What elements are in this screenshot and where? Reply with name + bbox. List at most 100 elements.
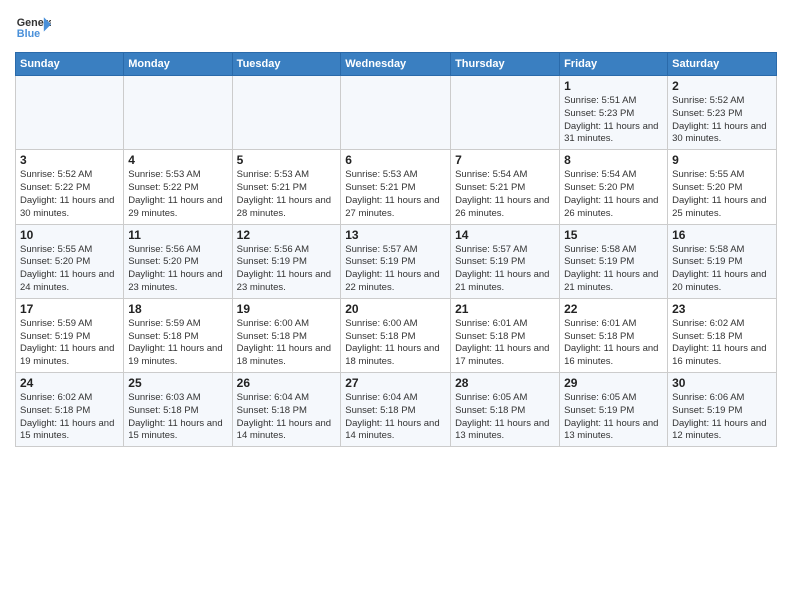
day-info: Sunrise: 6:04 AMSunset: 5:18 PMDaylight:… bbox=[345, 392, 446, 443]
day-header-monday: Monday bbox=[124, 53, 232, 76]
svg-text:Blue: Blue bbox=[17, 28, 40, 40]
day-number: 12 bbox=[237, 228, 337, 242]
calendar-cell: 27Sunrise: 6:04 AMSunset: 5:18 PMDayligh… bbox=[341, 373, 451, 447]
logo: General Blue bbox=[15, 10, 51, 46]
day-number: 28 bbox=[455, 376, 555, 390]
calendar-cell: 18Sunrise: 5:59 AMSunset: 5:18 PMDayligh… bbox=[124, 298, 232, 372]
calendar-cell: 25 Sunrise: 6:03 AMSunset: 5:18 PMDayligh… bbox=[124, 373, 232, 447]
calendar-cell: 11 Sunrise: 5:56 AMSunset: 5:20 PMDayligh… bbox=[124, 224, 232, 298]
calendar-cell: 7 Sunrise: 5:54 AMSunset: 5:21 PMDaylight… bbox=[451, 150, 560, 224]
day-number: 7 bbox=[455, 153, 555, 167]
calendar-cell: 5 Sunrise: 5:53 AMSunset: 5:21 PMDaylight… bbox=[232, 150, 341, 224]
calendar-cell bbox=[232, 76, 341, 150]
day-number: 30 bbox=[672, 376, 772, 390]
day-info: Sunrise: 5:59 AMSunset: 5:19 PMDaylight:… bbox=[20, 318, 119, 369]
calendar-cell: 30 Sunrise: 6:06 AMSunset: 5:19 PMDayligh… bbox=[668, 373, 777, 447]
calendar-cell: 29 Sunrise: 6:05 AMSunset: 5:19 PMDayligh… bbox=[560, 373, 668, 447]
calendar-week-5: 24 Sunrise: 6:02 AMSunset: 5:18 PMDayligh… bbox=[16, 373, 777, 447]
calendar-cell: 2 Sunrise: 5:52 AMSunset: 5:23 PMDaylight… bbox=[668, 76, 777, 150]
day-number: 3 bbox=[20, 153, 119, 167]
day-number: 24 bbox=[20, 376, 119, 390]
day-number: 13 bbox=[345, 228, 446, 242]
calendar-cell: 17 Sunrise: 5:59 AMSunset: 5:19 PMDayligh… bbox=[16, 298, 124, 372]
day-header-sunday: Sunday bbox=[16, 53, 124, 76]
day-info: Sunrise: 5:56 AMSunset: 5:19 PMDaylight:… bbox=[237, 244, 337, 295]
calendar-cell: 19Sunrise: 6:00 AMSunset: 5:18 PMDayligh… bbox=[232, 298, 341, 372]
calendar-cell: 16Sunrise: 5:58 AMSunset: 5:19 PMDayligh… bbox=[668, 224, 777, 298]
calendar-cell: 14 Sunrise: 5:57 AMSunset: 5:19 PMDayligh… bbox=[451, 224, 560, 298]
day-number: 19 bbox=[237, 302, 337, 316]
day-number: 16 bbox=[672, 228, 772, 242]
day-info: Sunrise: 5:53 AMSunset: 5:22 PMDaylight:… bbox=[128, 169, 227, 220]
calendar-cell: 21Sunrise: 6:01 AMSunset: 5:18 PMDayligh… bbox=[451, 298, 560, 372]
day-info: Sunrise: 6:02 AMSunset: 5:18 PMDaylight:… bbox=[20, 392, 119, 443]
day-info: Sunrise: 5:57 AMSunset: 5:19 PMDaylight:… bbox=[345, 244, 446, 295]
day-number: 26 bbox=[237, 376, 337, 390]
day-header-tuesday: Tuesday bbox=[232, 53, 341, 76]
day-info: Sunrise: 5:54 AMSunset: 5:21 PMDaylight:… bbox=[455, 169, 555, 220]
day-number: 15 bbox=[564, 228, 663, 242]
day-number: 6 bbox=[345, 153, 446, 167]
calendar-cell: 4Sunrise: 5:53 AMSunset: 5:22 PMDaylight… bbox=[124, 150, 232, 224]
calendar-cell: 24 Sunrise: 6:02 AMSunset: 5:18 PMDayligh… bbox=[16, 373, 124, 447]
day-number: 18 bbox=[128, 302, 227, 316]
calendar-header: SundayMondayTuesdayWednesdayThursdayFrid… bbox=[16, 53, 777, 76]
day-number: 11 bbox=[128, 228, 227, 242]
calendar-cell: 1Sunrise: 5:51 AMSunset: 5:23 PMDaylight… bbox=[560, 76, 668, 150]
calendar-cell: 3 Sunrise: 5:52 AMSunset: 5:22 PMDaylight… bbox=[16, 150, 124, 224]
day-number: 17 bbox=[20, 302, 119, 316]
day-number: 20 bbox=[345, 302, 446, 316]
day-number: 22 bbox=[564, 302, 663, 316]
day-info: Sunrise: 5:57 AMSunset: 5:19 PMDaylight:… bbox=[455, 244, 555, 295]
page-header: General Blue bbox=[15, 10, 777, 46]
day-info: Sunrise: 6:06 AMSunset: 5:19 PMDaylight:… bbox=[672, 392, 772, 443]
header-row: SundayMondayTuesdayWednesdayThursdayFrid… bbox=[16, 53, 777, 76]
day-info: Sunrise: 6:04 AMSunset: 5:18 PMDaylight:… bbox=[237, 392, 337, 443]
day-number: 29 bbox=[564, 376, 663, 390]
day-info: Sunrise: 5:52 AMSunset: 5:22 PMDaylight:… bbox=[20, 169, 119, 220]
calendar-cell bbox=[16, 76, 124, 150]
calendar-cell: 8Sunrise: 5:54 AMSunset: 5:20 PMDaylight… bbox=[560, 150, 668, 224]
day-number: 10 bbox=[20, 228, 119, 242]
calendar-week-2: 3 Sunrise: 5:52 AMSunset: 5:22 PMDaylight… bbox=[16, 150, 777, 224]
calendar-week-4: 17 Sunrise: 5:59 AMSunset: 5:19 PMDayligh… bbox=[16, 298, 777, 372]
day-info: Sunrise: 6:03 AMSunset: 5:18 PMDaylight:… bbox=[128, 392, 227, 443]
day-number: 23 bbox=[672, 302, 772, 316]
calendar-cell bbox=[341, 76, 451, 150]
day-info: Sunrise: 5:55 AMSunset: 5:20 PMDaylight:… bbox=[672, 169, 772, 220]
day-info: Sunrise: 5:56 AMSunset: 5:20 PMDaylight:… bbox=[128, 244, 227, 295]
day-number: 9 bbox=[672, 153, 772, 167]
day-number: 5 bbox=[237, 153, 337, 167]
calendar-cell: 13 Sunrise: 5:57 AMSunset: 5:19 PMDayligh… bbox=[341, 224, 451, 298]
day-header-thursday: Thursday bbox=[451, 53, 560, 76]
calendar-cell: 10 Sunrise: 5:55 AMSunset: 5:20 PMDayligh… bbox=[16, 224, 124, 298]
day-info: Sunrise: 6:05 AMSunset: 5:18 PMDaylight:… bbox=[455, 392, 555, 443]
calendar-cell: 9 Sunrise: 5:55 AMSunset: 5:20 PMDaylight… bbox=[668, 150, 777, 224]
day-info: Sunrise: 5:53 AMSunset: 5:21 PMDaylight:… bbox=[237, 169, 337, 220]
day-number: 14 bbox=[455, 228, 555, 242]
calendar-body: 1Sunrise: 5:51 AMSunset: 5:23 PMDaylight… bbox=[16, 76, 777, 447]
calendar-cell: 28 Sunrise: 6:05 AMSunset: 5:18 PMDayligh… bbox=[451, 373, 560, 447]
day-info: Sunrise: 6:05 AMSunset: 5:19 PMDaylight:… bbox=[564, 392, 663, 443]
day-header-saturday: Saturday bbox=[668, 53, 777, 76]
day-info: Sunrise: 5:55 AMSunset: 5:20 PMDaylight:… bbox=[20, 244, 119, 295]
day-info: Sunrise: 5:53 AMSunset: 5:21 PMDaylight:… bbox=[345, 169, 446, 220]
calendar-week-3: 10 Sunrise: 5:55 AMSunset: 5:20 PMDayligh… bbox=[16, 224, 777, 298]
day-number: 2 bbox=[672, 79, 772, 93]
day-info: Sunrise: 6:02 AMSunset: 5:18 PMDaylight:… bbox=[672, 318, 772, 369]
calendar-cell bbox=[124, 76, 232, 150]
day-info: Sunrise: 5:52 AMSunset: 5:23 PMDaylight:… bbox=[672, 95, 772, 146]
calendar-cell bbox=[451, 76, 560, 150]
day-info: Sunrise: 6:01 AMSunset: 5:18 PMDaylight:… bbox=[455, 318, 555, 369]
day-info: Sunrise: 5:51 AMSunset: 5:23 PMDaylight:… bbox=[564, 95, 663, 146]
day-info: Sunrise: 6:01 AMSunset: 5:18 PMDaylight:… bbox=[564, 318, 663, 369]
calendar-table: SundayMondayTuesdayWednesdayThursdayFrid… bbox=[15, 52, 777, 447]
calendar-cell: 12 Sunrise: 5:56 AMSunset: 5:19 PMDayligh… bbox=[232, 224, 341, 298]
day-header-friday: Friday bbox=[560, 53, 668, 76]
calendar-cell: 23 Sunrise: 6:02 AMSunset: 5:18 PMDayligh… bbox=[668, 298, 777, 372]
calendar-cell: 22 Sunrise: 6:01 AMSunset: 5:18 PMDayligh… bbox=[560, 298, 668, 372]
day-info: Sunrise: 6:00 AMSunset: 5:18 PMDaylight:… bbox=[345, 318, 446, 369]
logo-icon: General Blue bbox=[15, 10, 51, 46]
day-number: 25 bbox=[128, 376, 227, 390]
calendar-week-1: 1Sunrise: 5:51 AMSunset: 5:23 PMDaylight… bbox=[16, 76, 777, 150]
